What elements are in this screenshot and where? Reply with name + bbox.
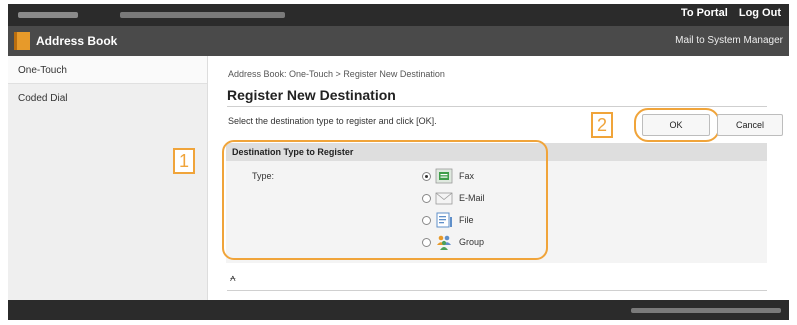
instruction-text: Select the destination type to register … bbox=[228, 116, 437, 126]
page-heading: Address Book bbox=[36, 34, 118, 48]
callout-number-1: 1 bbox=[173, 148, 195, 174]
top-bar: To Portal Log Out bbox=[8, 4, 789, 26]
to-portal-link[interactable]: To Portal bbox=[681, 7, 728, 19]
title-bar: Address Book Mail to System Manager bbox=[8, 26, 789, 56]
top-links: To Portal Log Out bbox=[673, 7, 781, 19]
callout-number-2: 2 bbox=[591, 112, 613, 138]
product-logo bbox=[18, 12, 78, 18]
ok-button[interactable]: OK bbox=[642, 114, 710, 136]
breadcrumb: Address Book: One-Touch > Register New D… bbox=[228, 69, 445, 79]
sidebar: One-Touch Coded Dial bbox=[8, 56, 208, 300]
copyright-text bbox=[631, 308, 781, 313]
sidebar-item-one-touch[interactable]: One-Touch bbox=[8, 56, 207, 84]
back-to-top-icon[interactable]: ⩜ bbox=[230, 273, 236, 284]
callout-highlight-destination-type bbox=[222, 140, 548, 260]
footer-bar bbox=[8, 300, 789, 320]
app-window: To Portal Log Out Address Book Mail to S… bbox=[8, 0, 789, 325]
bottom-divider bbox=[227, 290, 767, 291]
page-title: Register New Destination bbox=[227, 87, 396, 103]
device-model-text bbox=[120, 12, 285, 18]
mail-to-system-manager-link[interactable]: Mail to System Manager bbox=[675, 35, 783, 46]
title-divider bbox=[227, 106, 767, 107]
log-out-link[interactable]: Log Out bbox=[739, 7, 781, 19]
main-content: Address Book: One-Touch > Register New D… bbox=[173, 56, 789, 300]
address-book-icon bbox=[14, 32, 30, 50]
sidebar-item-coded-dial[interactable]: Coded Dial bbox=[8, 84, 207, 112]
cancel-button[interactable]: Cancel bbox=[717, 114, 783, 136]
